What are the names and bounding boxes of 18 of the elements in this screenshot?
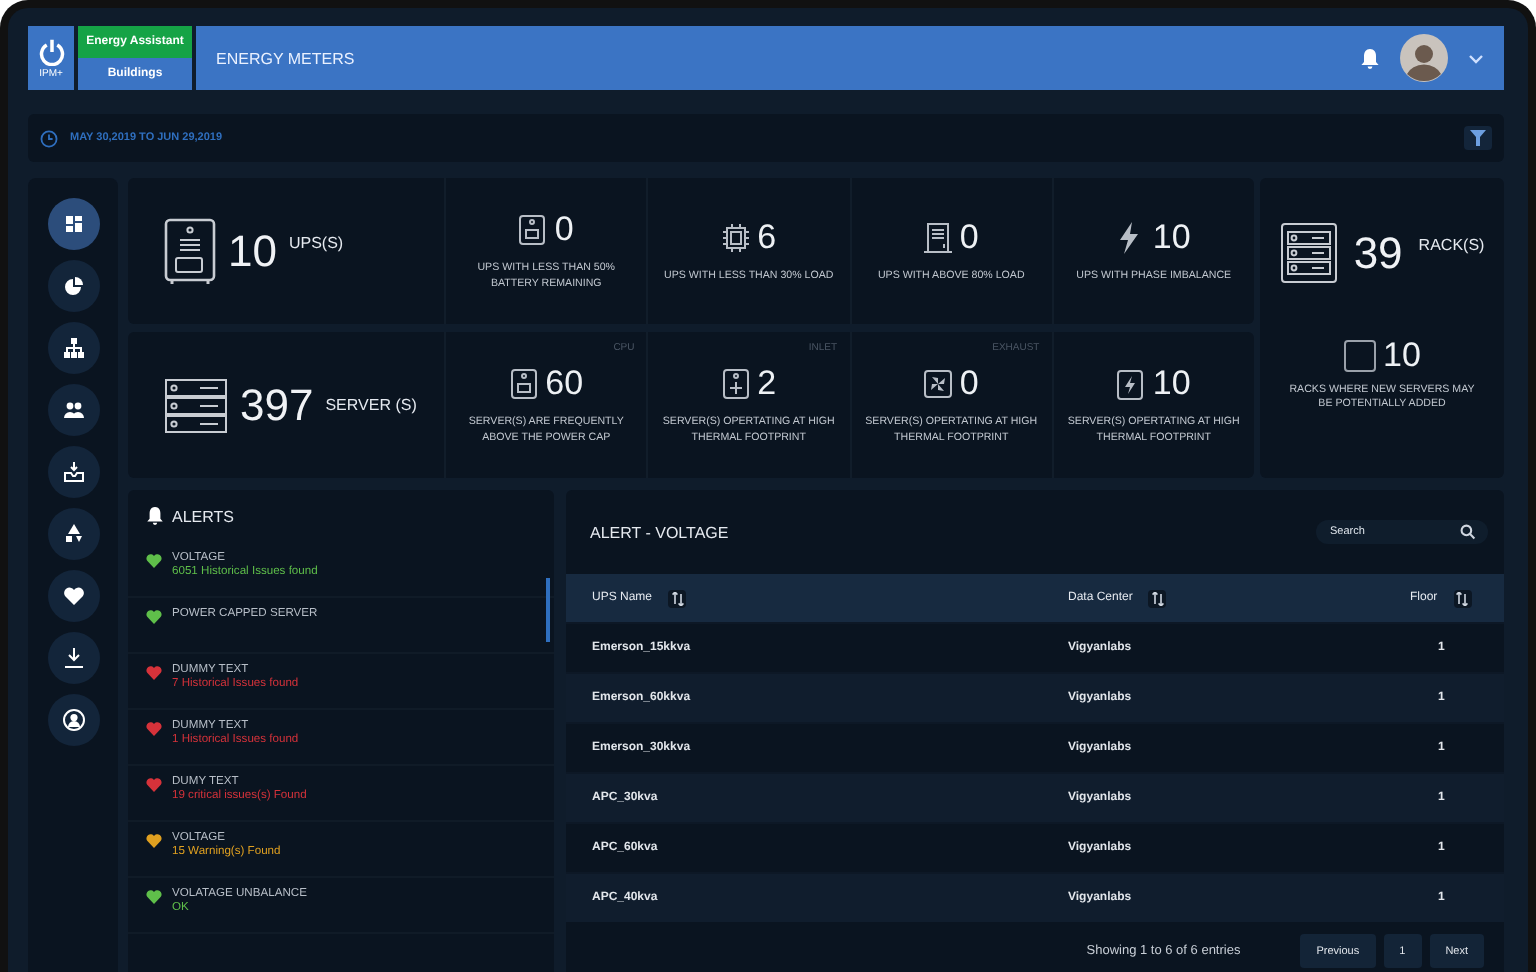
stat-value: 10 xyxy=(1383,336,1421,376)
stat-value: 397 xyxy=(240,379,314,431)
stat-value: 6 xyxy=(757,217,777,258)
panel-title: ALERTS xyxy=(172,507,234,525)
stat-value: 39 xyxy=(1353,227,1403,279)
panel-title: ALERT - VOLTAGE xyxy=(590,523,729,541)
stat-value: 0 xyxy=(554,210,574,251)
stat-value: 60 xyxy=(545,364,584,405)
stat-unit: UPS(S) xyxy=(288,234,344,252)
stat-value: 10 xyxy=(1152,217,1191,258)
page-title: ENERGY METERS xyxy=(216,49,355,67)
stat-unit: SERVER (S) xyxy=(325,396,417,414)
stat-value: 0 xyxy=(959,364,979,405)
stat-value: 0 xyxy=(959,217,979,258)
stat-unit: RACK(S) xyxy=(1418,236,1485,254)
stat-value: 10 xyxy=(228,225,277,277)
stat-value: 10 xyxy=(1152,364,1191,405)
stat-value: 2 xyxy=(757,364,777,405)
